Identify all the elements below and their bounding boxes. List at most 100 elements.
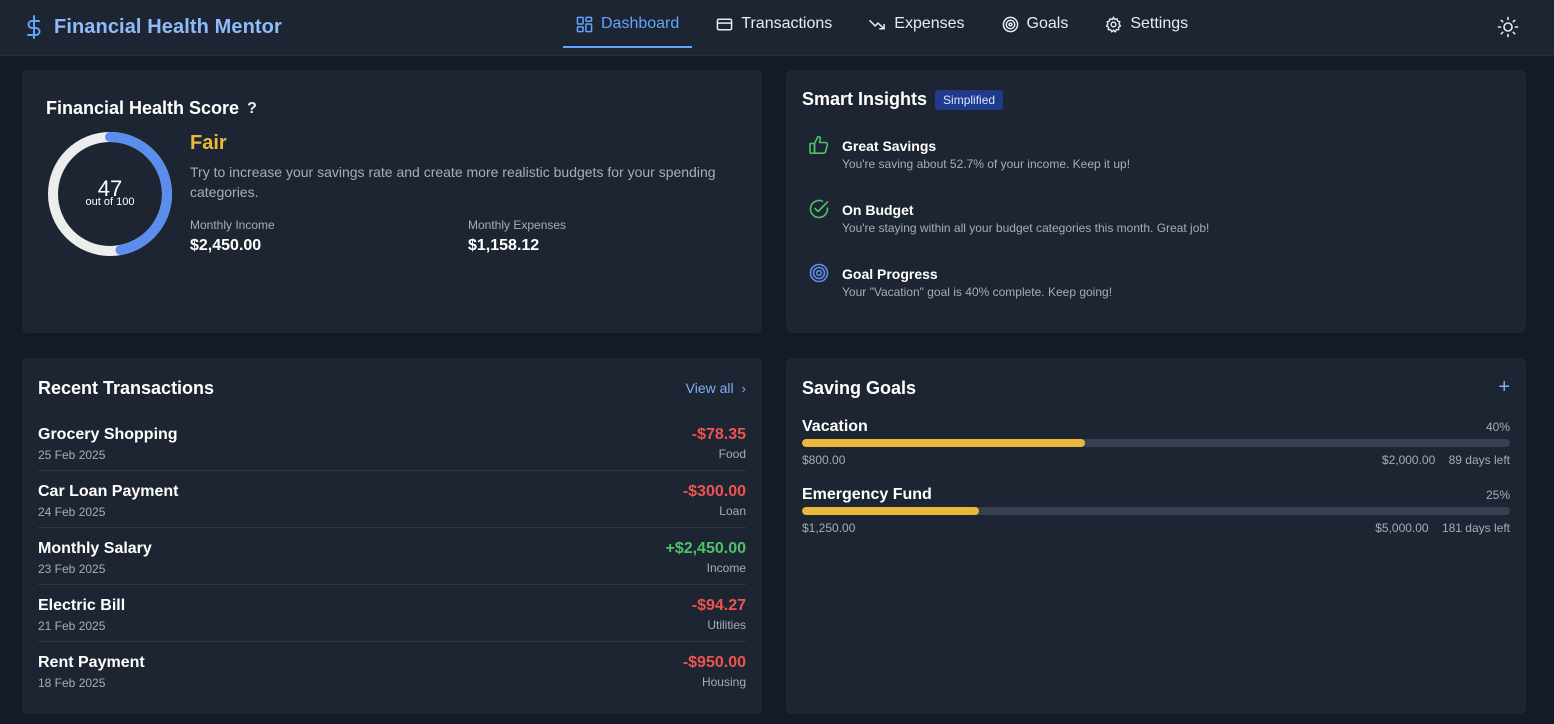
- transaction-row[interactable]: Car Loan Payment 24 Feb 2025 -$300.00 Lo…: [38, 471, 746, 528]
- insight-title: Goal Progress: [842, 266, 938, 282]
- goal-meta: $1,250.00 $5,000.00 181 days left: [802, 521, 1510, 535]
- insight-item: Great Savings You're saving about 52.7% …: [808, 135, 1131, 171]
- monthly-income-label: Monthly Income: [190, 218, 275, 232]
- transaction-category: Loan: [719, 504, 746, 518]
- transaction-amount: -$300.00: [682, 483, 746, 500]
- transaction-amount: -$78.35: [691, 426, 746, 443]
- nav-label: Settings: [1130, 15, 1189, 32]
- dollar-icon: [27, 15, 41, 39]
- transaction-category: Housing: [701, 675, 746, 689]
- saving-goals-card: Saving Goals + Vacation 40% $800.00 $2,0…: [786, 358, 1526, 714]
- transaction-date: 25 Feb 2025: [38, 448, 106, 462]
- goals-title: Saving Goals: [802, 378, 917, 398]
- nav-label: Expenses: [894, 15, 965, 32]
- target-icon: [1002, 16, 1018, 32]
- transaction-date: 18 Feb 2025: [38, 676, 106, 690]
- score-subtitle: out of 100: [85, 196, 135, 208]
- sun-icon[interactable]: [1497, 16, 1519, 38]
- insight-item: On Budget You're staying within all your…: [808, 199, 1210, 235]
- goal-progress-fill: [802, 439, 1086, 447]
- insights-title: Smart Insights: [802, 89, 928, 109]
- view-all-label: View all: [685, 380, 734, 396]
- transactions-header: Recent Transactions View all ›: [38, 378, 746, 400]
- transaction-name: Grocery Shopping: [38, 426, 178, 443]
- thumbs-up-icon: [809, 135, 829, 154]
- nav-label: Dashboard: [601, 15, 680, 32]
- goal-item[interactable]: Vacation 40% $800.00 $2,000.00 89 days l…: [802, 418, 1510, 467]
- score-advice: Try to increase your savings rate and cr…: [190, 164, 716, 200]
- goal-current-amount: $800.00: [802, 453, 846, 467]
- goal-target-amount: $2,000.00: [1381, 453, 1436, 467]
- transaction-category: Income: [706, 561, 746, 575]
- monthly-expenses-value: $1,158.12: [468, 237, 540, 254]
- transaction-category: Utilities: [707, 618, 746, 632]
- insight-item: Goal Progress Your "Vacation" goal is 40…: [808, 263, 1113, 299]
- main-nav: Dashboard Transactions Expenses Goals Se…: [563, 0, 1212, 48]
- trending-down-icon: [869, 19, 886, 30]
- add-goal-button[interactable]: +: [1498, 376, 1510, 399]
- goal-progress-track: [802, 439, 1510, 447]
- monthly-income-value: $2,450.00: [190, 237, 262, 254]
- score-rating: Fair: [190, 132, 227, 154]
- goal-percent: 40%: [1485, 420, 1510, 434]
- goal-target-amount: $5,000.00: [1375, 521, 1429, 535]
- goal-percent: 25%: [1485, 488, 1510, 502]
- insights-header: Smart Insights Simplified: [802, 89, 1004, 110]
- goal-days-left: 181 days left: [1441, 521, 1510, 535]
- view-all-link[interactable]: View all ›: [686, 380, 746, 396]
- gear-icon: [1105, 15, 1122, 33]
- credit-card-icon: [716, 18, 733, 30]
- brand[interactable]: Financial Health Mentor: [24, 14, 282, 40]
- transaction-name: Electric Bill: [38, 597, 126, 614]
- goal-meta: $800.00 $2,000.00 89 days left: [802, 453, 1510, 467]
- nav-item-expenses[interactable]: Expenses: [856, 0, 977, 48]
- transaction-name: Rent Payment: [38, 654, 145, 671]
- health-score-card: Financial Health Score ? 47 out of 100 F…: [22, 70, 762, 333]
- health-score-header: Financial Health Score ?: [46, 98, 257, 119]
- simplified-badge[interactable]: Simplified: [935, 89, 1004, 110]
- nav-item-transactions[interactable]: Transactions: [703, 0, 845, 48]
- goal-name: Emergency Fund: [802, 486, 932, 503]
- goals-header: Saving Goals +: [802, 376, 1510, 400]
- health-score-title: Financial Health Score: [46, 98, 240, 118]
- goal-progress-fill: [802, 507, 979, 515]
- help-icon[interactable]: ?: [247, 100, 257, 118]
- insight-text: You're saving about 52.7% of your income…: [842, 157, 1131, 171]
- transaction-category: Food: [718, 447, 746, 461]
- transaction-amount: -$950.00: [682, 654, 746, 671]
- insight-title: Great Savings: [842, 138, 937, 154]
- nav-label: Goals: [1026, 15, 1069, 32]
- smart-insights-card: Smart Insights Simplified Great Savings …: [786, 70, 1526, 333]
- transaction-date: 21 Feb 2025: [38, 619, 106, 633]
- transaction-amount: -$94.27: [691, 597, 746, 614]
- nav-label: Transactions: [741, 15, 833, 32]
- app-title: Financial Health Mentor: [54, 15, 282, 38]
- target-icon: [809, 263, 829, 283]
- nav-item-settings[interactable]: Settings: [1092, 0, 1201, 48]
- transaction-name: Car Loan Payment: [38, 483, 179, 500]
- insight-text: Your "Vacation" goal is 40% complete. Ke…: [842, 285, 1113, 299]
- recent-transactions-card: Recent Transactions View all › Grocery S…: [22, 358, 762, 714]
- transaction-row[interactable]: Monthly Salary 23 Feb 2025 +$2,450.00 In…: [38, 528, 746, 585]
- transaction-name: Monthly Salary: [38, 540, 152, 557]
- transaction-row[interactable]: Electric Bill 21 Feb 2025 -$94.27 Utilit…: [38, 585, 746, 642]
- goal-name: Vacation: [802, 418, 868, 435]
- insight-title: On Budget: [842, 202, 914, 218]
- monthly-income-stat: Monthly Income $2,450.00: [190, 218, 275, 255]
- transaction-row[interactable]: Grocery Shopping 25 Feb 2025 -$78.35 Foo…: [38, 414, 746, 471]
- check-circle-icon: [809, 199, 829, 219]
- insight-text: You're staying within all your budget ca…: [842, 221, 1210, 235]
- transaction-date: 24 Feb 2025: [38, 505, 106, 519]
- nav-item-dashboard[interactable]: Dashboard: [563, 0, 693, 48]
- nav-item-goals[interactable]: Goals: [989, 0, 1082, 48]
- monthly-expenses-stat: Monthly Expenses $1,158.12: [468, 218, 566, 255]
- monthly-expenses-label: Monthly Expenses: [468, 218, 567, 232]
- transactions-title: Recent Transactions: [38, 378, 215, 398]
- top-nav-bar: Financial Health Mentor Dashboard Transa…: [0, 0, 1554, 56]
- transaction-row[interactable]: Rent Payment 18 Feb 2025 -$950.00 Housin…: [38, 642, 746, 699]
- transactions-list: Grocery Shopping 25 Feb 2025 -$78.35 Foo…: [38, 414, 746, 699]
- goal-days-left: 89 days left: [1448, 453, 1510, 467]
- goal-item[interactable]: Emergency Fund 25% $1,250.00 $5,000.00 1…: [802, 486, 1510, 535]
- transaction-date: 23 Feb 2025: [38, 562, 106, 576]
- dashboard-grid-icon: [576, 16, 593, 32]
